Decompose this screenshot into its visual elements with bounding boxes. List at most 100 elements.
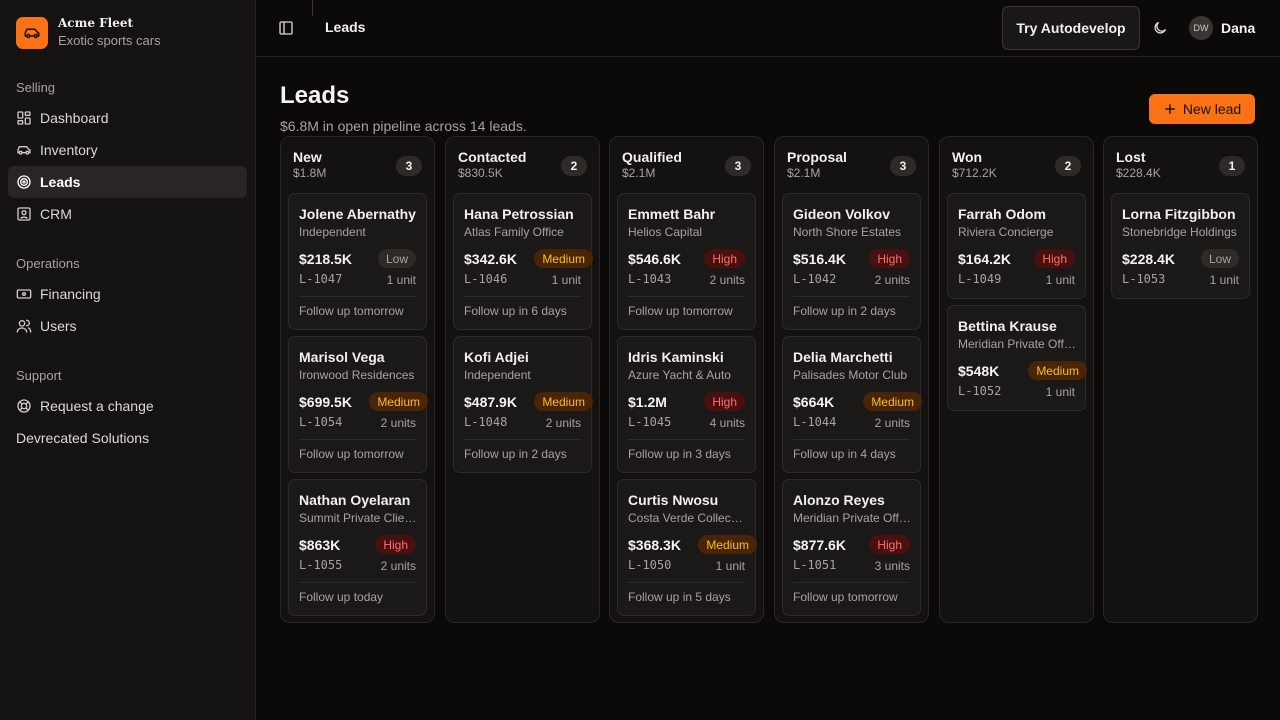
priority-badge: Low [1200,249,1239,268]
priority-badge: High [1034,249,1075,268]
sidebar-item-inventory[interactable]: Inventory [8,134,247,166]
lead-card[interactable]: Marisol Vega Ironwood Residences $699.5K Me… [288,336,428,473]
sidebar-item-financing[interactable]: Financing [8,278,247,310]
sidebar-item-crm[interactable]: CRM [8,198,247,230]
card-divider [299,439,416,440]
sidebar-item-dashboard[interactable]: Dashboard [8,102,247,134]
lead-id: L-1055 [299,558,343,572]
column-header: Contacted $830.5K 2 [458,149,587,183]
lead-card[interactable]: Farrah Odom Riviera Concierge $164.2K High L… [947,193,1086,299]
lead-company: Helios Capital [628,225,703,239]
sidebar-item-devrecated-solutions[interactable]: Devrecated Solutions [8,422,247,454]
card-divider [628,439,745,440]
lead-card[interactable]: Alonzo Reyes Meridian Private Office $877.… [782,479,921,616]
card-divider [793,582,910,583]
lead-value: $548K [958,363,1000,379]
lead-units: 1 unit [715,559,745,573]
lead-card[interactable]: Jolene Abernathy Independent $218.5K Low L-1… [288,193,427,330]
sidebar-item-request-change[interactable]: Request a change [8,390,247,422]
nav-section-selling: Selling Dashboard Inventory Leads CRM [8,74,247,230]
lead-units: 1 unit [1045,385,1075,399]
try-autodevelop-button[interactable]: Try Autodevelop [1002,6,1140,50]
lead-id: L-1053 [1122,272,1166,286]
sidebar-item-leads[interactable]: Leads [8,166,247,198]
column-count-badge: 2 [1055,156,1081,176]
column-header: Won $712.2K 2 [952,149,1081,183]
column-header: Proposal $2.1M 3 [787,149,916,183]
lead-name: Marisol Vega [299,349,385,365]
lead-card[interactable]: Lorna Fitzgibbon Stonebridge Holdings $228… [1111,193,1250,299]
lead-value: $342.6K [464,251,517,267]
lead-value: $863K [299,537,341,553]
lead-card[interactable]: Delia Marchetti Palisades Motor Club $664K… [782,336,922,473]
sidebar-toggle-button[interactable] [276,18,296,38]
lead-card[interactable]: Gideon Volkov North Shore Estates $516.4K H… [782,193,921,330]
lead-units: 4 units [709,416,745,430]
user-name: Dana [1221,20,1256,36]
target-icon [17,175,31,189]
card-divider [299,296,416,297]
lead-card[interactable]: Curtis Nwosu Costa Verde Collection $368.3… [617,479,757,616]
lead-value: $164.2K [958,251,1011,267]
sidebar-item-label: CRM [40,206,72,222]
card-divider [464,296,581,297]
topbar-separator [312,0,313,16]
priority-badge: High [869,535,910,554]
lead-card[interactable]: Emmett Bahr Helios Capital $546.6K High L-10… [617,193,756,330]
lead-units: 1 unit [386,273,416,287]
nav-heading: Support [16,368,62,383]
lead-card[interactable]: Idris Kaminski Azure Yacht & Auto $1.2M Hig… [617,336,756,473]
column-count-badge: 3 [725,156,751,176]
user-menu[interactable]: DW Dana [1189,16,1255,40]
page-subtitle: $6.8M in open pipeline across 14 leads. [280,118,527,134]
moon-icon [1154,22,1166,34]
nav-section-operations: Operations Financing Users [8,250,247,342]
kanban-column-new: New $1.8M 3 Jolene Abernathy Independent $218… [280,136,435,623]
sidebar-item-label: Devrecated Solutions [16,430,150,446]
lead-company: Independent [464,368,531,382]
lead-value: $218.5K [299,251,352,267]
lead-id: L-1048 [464,415,508,429]
users-icon [16,319,32,333]
priority-badge: Medium [534,249,593,268]
lead-value: $516.4K [793,251,846,267]
lead-units: 2 units [709,273,745,287]
priority-badge: High [869,249,910,268]
lead-company: Atlas Family Office [464,225,564,239]
lead-id: L-1054 [299,415,343,429]
lead-value: $487.9K [464,394,517,410]
lead-id: L-1042 [793,272,837,286]
lead-name: Delia Marchetti [793,349,893,365]
kanban-column-lost: Lost $228.4K 1 Lorna Fitzgibbon Stonebridge … [1103,136,1258,623]
nav-section-support: Support Request a change Devrecated Solu… [8,362,247,454]
lead-units: 1 unit [1209,273,1239,287]
brand[interactable]: Acme Fleet Exotic sports cars [16,16,161,49]
lead-id: L-1052 [958,384,1002,398]
topbar: Leads Try Autodevelop DW Dana [256,0,1280,57]
priority-badge: High [375,535,416,554]
card-divider [299,582,416,583]
contact-icon [17,207,31,221]
card-divider [793,439,910,440]
lead-value: $1.2M [628,394,667,410]
lead-name: Curtis Nwosu [628,492,719,508]
lead-card[interactable]: Bettina Krause Meridian Private Office $54… [947,305,1087,411]
sidebar-item-users[interactable]: Users [8,310,247,342]
dashboard-icon [17,111,31,125]
avatar: DW [1189,16,1213,40]
lead-card[interactable]: Nathan Oyelaran Summit Private Clients $86… [288,479,427,616]
lead-card[interactable]: Kofi Adjei Independent $487.9K Medium L-1048… [453,336,593,473]
priority-badge: Medium [1028,361,1087,380]
app-tagline: Exotic sports cars [58,33,161,48]
lead-name: Jolene Abernathy [299,206,416,222]
theme-toggle-button[interactable] [1150,18,1170,38]
card-divider [464,439,581,440]
new-lead-button[interactable]: New lead [1149,94,1255,124]
sidebar-item-label: Users [40,318,77,334]
lead-company: Palisades Motor Club [793,368,908,382]
lead-name: Bettina Krause [958,318,1057,334]
nav-heading: Operations [16,256,80,271]
lead-card[interactable]: Hana Petrossian Atlas Family Office $342.6… [453,193,593,330]
sidebar: Acme Fleet Exotic sports cars Selling Da… [0,0,256,720]
lead-value: $664K [793,394,835,410]
